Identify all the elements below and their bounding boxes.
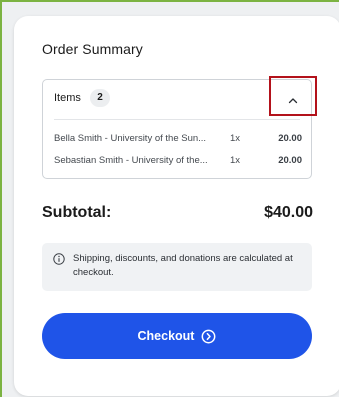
item-name: Sebastian Smith - University of the...	[54, 155, 208, 166]
checkout-button[interactable]: Checkout	[42, 313, 312, 359]
chevron-up-icon	[288, 97, 298, 103]
chevron-right-circle-icon	[202, 329, 216, 343]
item-price: 20.00	[278, 155, 302, 166]
item-name: Bella Smith - University of the Sun...	[54, 133, 207, 144]
subtotal-label: Subtotal:	[42, 204, 112, 221]
list-item: Bella Smith - University of the Sun... 1…	[54, 133, 302, 147]
checkout-label: Checkout	[137, 329, 195, 343]
items-divider	[54, 119, 300, 120]
subtotal-value: $40.00	[264, 204, 313, 221]
order-summary-card: Order Summary Items 2 Bella Smith - Univ…	[14, 16, 339, 396]
item-qty: 1x	[230, 133, 241, 144]
items-label: Items	[54, 92, 81, 104]
items-header[interactable]: Items 2	[43, 76, 317, 118]
list-item: Sebastian Smith - University of the... 1…	[54, 155, 302, 169]
order-summary-title: Order Summary	[42, 41, 143, 57]
info-icon	[53, 253, 65, 265]
checkout-info-note: Shipping, discounts, and donations are c…	[42, 243, 312, 291]
collapse-items-button[interactable]	[281, 88, 305, 112]
info-note-text: Shipping, discounts, and donations are c…	[73, 253, 293, 278]
item-price: 20.00	[278, 133, 302, 144]
item-qty: 1x	[230, 155, 241, 166]
items-panel: Items 2 Bella Smith - University of the …	[42, 76, 317, 179]
page-frame: Order Summary Items 2 Bella Smith - Univ…	[0, 0, 339, 397]
items-count-badge: 2	[90, 89, 110, 107]
